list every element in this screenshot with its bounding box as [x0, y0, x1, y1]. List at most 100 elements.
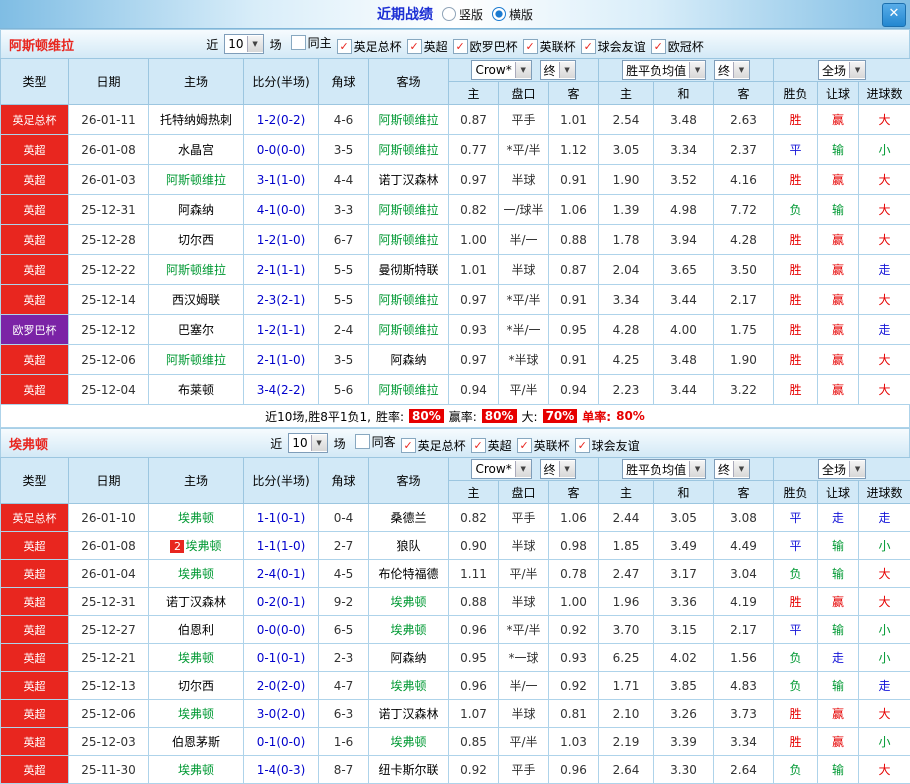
ah-away-odds: 0.96 [549, 756, 599, 784]
match-date: 25-12-03 [69, 728, 149, 756]
home-team-name: 伯恩茅斯 [172, 735, 220, 749]
away-team: 纽卡斯尔联 [369, 756, 449, 784]
recent-count-select[interactable]: 10▼ [288, 433, 327, 453]
match-date: 26-01-08 [69, 532, 149, 560]
filter-checkbox[interactable]: ✓欧罗巴杯 [453, 38, 518, 55]
filter-checkbox[interactable]: 同客 [355, 433, 396, 450]
result-goals: 走 [859, 255, 910, 285]
away-team: 阿斯顿维拉 [369, 315, 449, 345]
corner-score: 0-4 [319, 504, 369, 532]
euro-draw-odds: 4.98 [654, 195, 714, 225]
filter-checkbox[interactable]: ✓英超 [471, 437, 512, 454]
euro-home-odds: 6.25 [599, 644, 654, 672]
match-score: 3-4(2-2) [244, 375, 319, 405]
match-date: 25-12-31 [69, 195, 149, 225]
euro-away-odds: 3.22 [714, 375, 774, 405]
away-team: 埃弗顿 [369, 728, 449, 756]
euro-away-odds: 2.63 [714, 105, 774, 135]
home-team: 2埃弗顿 [149, 532, 244, 560]
close-button[interactable]: ✕ [882, 3, 906, 27]
corner-score: 6-7 [319, 225, 369, 255]
result-goals: 小 [859, 644, 910, 672]
chevron-down-icon: ▼ [689, 62, 705, 78]
layout-radio-vertical[interactable]: 竖版 [442, 6, 483, 23]
chevron-down-icon: ▼ [247, 36, 263, 52]
filter-checkbox[interactable]: ✓英超 [407, 38, 448, 55]
filter-label: 英足总杯 [354, 38, 402, 55]
home-team-name: 埃弗顿 [178, 763, 214, 777]
chevron-down-icon: ▼ [515, 461, 531, 477]
match-row: 英足总杯26-01-11托特纳姆热刺1-2(0-2)4-6阿斯顿维拉0.87平手… [1, 105, 910, 135]
euro-time-select[interactable]: 终▼ [714, 60, 750, 80]
filter-checkbox[interactable]: ✓欧冠杯 [651, 38, 704, 55]
match-type-badge: 英超 [1, 135, 69, 165]
checkbox-checked-icon: ✓ [453, 39, 468, 54]
result-wdl: 胜 [774, 375, 818, 405]
checkbox-checked-icon: ✓ [523, 39, 538, 54]
euro-away-odds: 3.04 [714, 560, 774, 588]
match-score: 0-0(0-0) [244, 616, 319, 644]
away-team: 诺丁汉森林 [369, 165, 449, 195]
filter-checkbox[interactable]: ✓球会友谊 [581, 38, 646, 55]
home-team: 西汉姆联 [149, 285, 244, 315]
euro-away-odds: 3.73 [714, 700, 774, 728]
filter-checkbox[interactable]: ✓球会友谊 [575, 437, 640, 454]
scope-select[interactable]: 全场▼ [818, 459, 866, 479]
bookmaker-select[interactable]: Crow*▼ [471, 60, 531, 80]
filter-checkbox[interactable]: 同主 [291, 34, 332, 51]
ah-line: 一/球半 [499, 195, 549, 225]
section-header: 阿斯顿维拉 近 10▼ 场 同主✓英足总杯✓英超✓欧罗巴杯✓英联杯✓球会友谊✓欧… [0, 29, 910, 58]
euro-draw-odds: 3.85 [654, 672, 714, 700]
match-date: 25-12-12 [69, 315, 149, 345]
summary-stat-label: 赢率: [449, 408, 477, 425]
filter-checkbox[interactable]: ✓英联杯 [523, 38, 576, 55]
euro-time-select[interactable]: 终▼ [714, 459, 750, 479]
away-team: 埃弗顿 [369, 616, 449, 644]
result-handicap: 赢 [818, 225, 859, 255]
avg-odds-select[interactable]: 胜平负均值▼ [622, 60, 706, 80]
ah-line: 半球 [499, 532, 549, 560]
away-team: 曼彻斯特联 [369, 255, 449, 285]
col-date: 日期 [69, 458, 149, 504]
result-goals: 走 [859, 315, 910, 345]
match-row: 英足总杯26-01-10埃弗顿1-1(0-1)0-4桑德兰0.82平手1.062… [1, 504, 910, 532]
home-team: 埃弗顿 [149, 756, 244, 784]
filter-checkbox[interactable]: ✓英足总杯 [401, 437, 466, 454]
euro-draw-odds: 3.44 [654, 285, 714, 315]
col-ah-home: 主 [449, 82, 499, 105]
summary-stat-value: 80% [616, 409, 645, 423]
match-score: 2-1(1-0) [244, 345, 319, 375]
result-goals: 大 [859, 375, 910, 405]
away-team: 阿森纳 [369, 644, 449, 672]
filter-checkbox[interactable]: ✓英联杯 [517, 437, 570, 454]
col-goals: 进球数 [859, 481, 910, 504]
euro-away-odds: 4.28 [714, 225, 774, 255]
euro-away-odds: 4.16 [714, 165, 774, 195]
euro-home-odds: 1.85 [599, 532, 654, 560]
ah-time-select[interactable]: 终▼ [540, 60, 576, 80]
ah-home-odds: 0.88 [449, 588, 499, 616]
euro-home-odds: 2.23 [599, 375, 654, 405]
title-bar: 近期战绩 竖版 横版 ✕ [0, 0, 910, 29]
match-type-badge: 英超 [1, 165, 69, 195]
result-handicap: 输 [818, 616, 859, 644]
col-ah-away: 客 [549, 82, 599, 105]
result-handicap: 输 [818, 532, 859, 560]
result-handicap: 赢 [818, 315, 859, 345]
ah-time-select[interactable]: 终▼ [540, 459, 576, 479]
away-team: 埃弗顿 [369, 588, 449, 616]
euro-draw-odds: 3.30 [654, 756, 714, 784]
avg-odds-select[interactable]: 胜平负均值▼ [622, 459, 706, 479]
recent-count-select[interactable]: 10▼ [224, 34, 263, 54]
filter-checkbox[interactable]: ✓英足总杯 [337, 38, 402, 55]
col-type: 类型 [1, 458, 69, 504]
match-type-badge: 欧罗巴杯 [1, 315, 69, 345]
ah-away-odds: 0.94 [549, 375, 599, 405]
chevron-down-icon: ▼ [849, 62, 865, 78]
home-team-name: 阿斯顿维拉 [166, 263, 226, 277]
bookmaker-select[interactable]: Crow*▼ [471, 459, 531, 479]
layout-radio-horizontal[interactable]: 横版 [492, 6, 533, 23]
away-team-name: 纽卡斯尔联 [378, 763, 438, 777]
scope-select[interactable]: 全场▼ [818, 60, 866, 80]
ah-away-odds: 0.95 [549, 315, 599, 345]
